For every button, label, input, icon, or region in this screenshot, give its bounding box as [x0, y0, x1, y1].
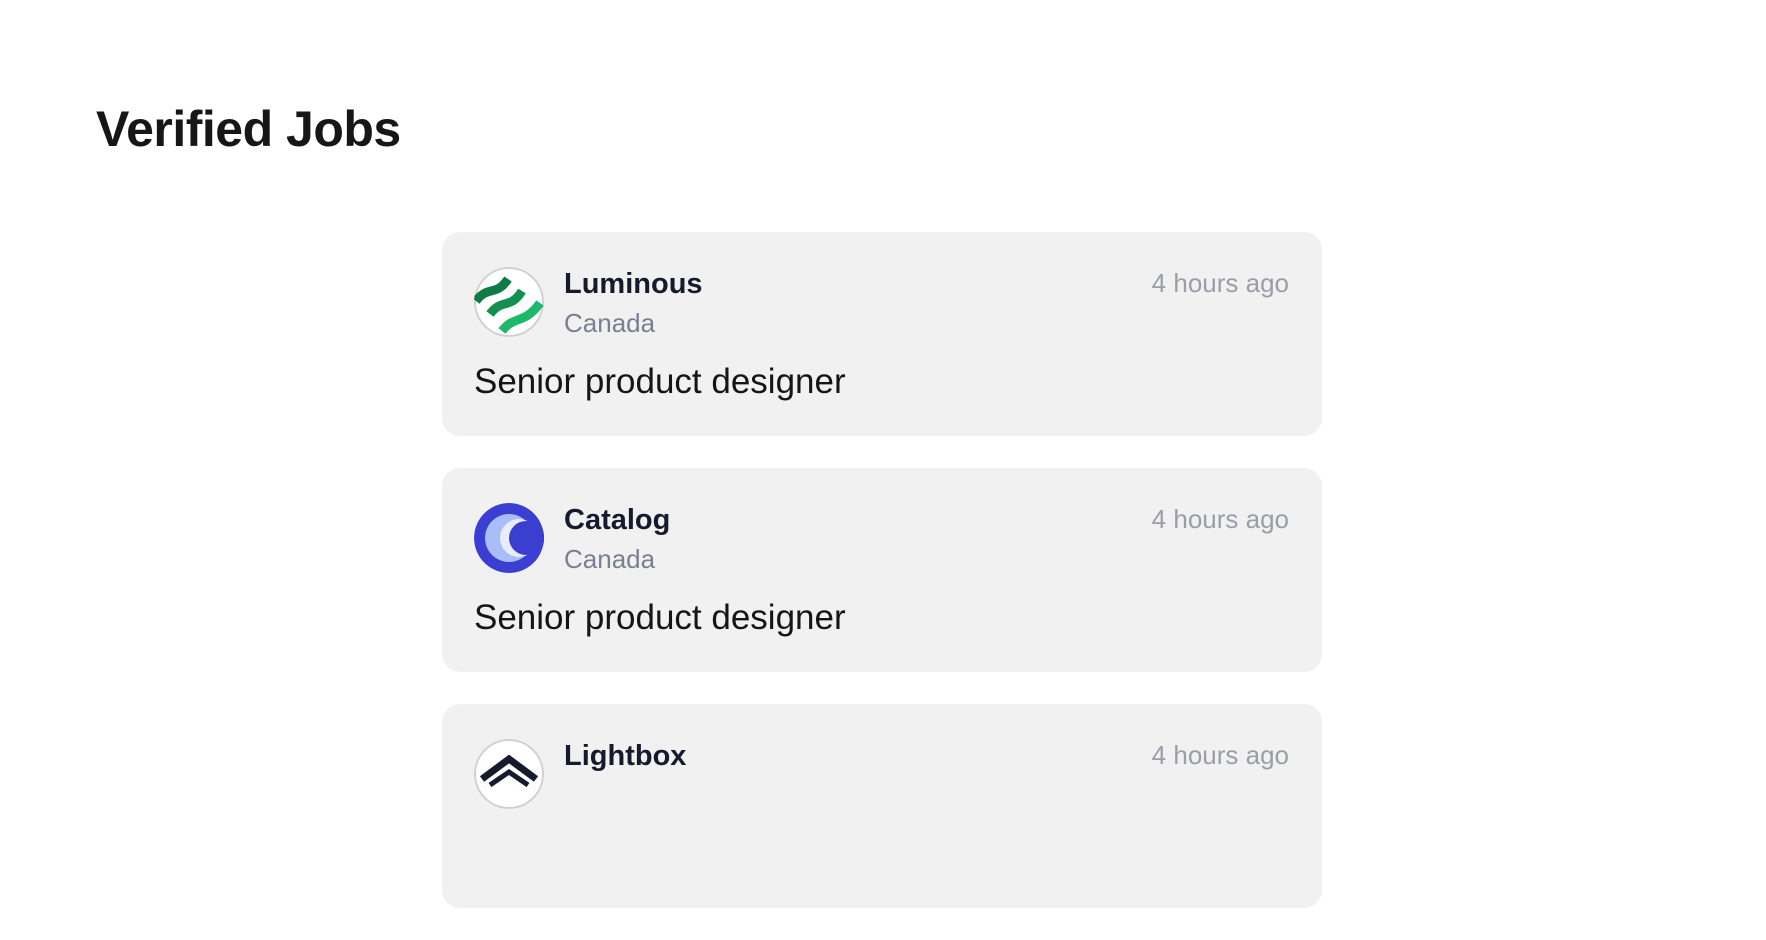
job-list: Luminous Canada 4 hours ago Senior produ… [442, 232, 1322, 940]
job-title: Senior product designer [474, 598, 846, 637]
lightbox-logo-icon [474, 739, 544, 809]
job-card-luminous[interactable]: Luminous Canada 4 hours ago Senior produ… [442, 232, 1322, 436]
company-name: Catalog [564, 504, 671, 536]
luminous-logo-icon [474, 267, 544, 337]
catalog-logo-icon [474, 503, 544, 573]
page-title: Verified Jobs [96, 101, 401, 157]
job-title: Senior product designer [474, 362, 846, 401]
posted-time: 4 hours ago [1151, 268, 1289, 298]
company-name: Luminous [564, 268, 703, 300]
posted-time: 4 hours ago [1151, 504, 1289, 534]
job-card-catalog[interactable]: Catalog Canada 4 hours ago Senior produc… [442, 468, 1322, 672]
company-location: Canada [564, 544, 656, 574]
posted-time: 4 hours ago [1151, 740, 1289, 770]
company-location: Canada [564, 308, 656, 338]
company-name: Lightbox [564, 740, 687, 772]
job-card-lightbox[interactable]: Lightbox 4 hours ago [442, 704, 1322, 908]
